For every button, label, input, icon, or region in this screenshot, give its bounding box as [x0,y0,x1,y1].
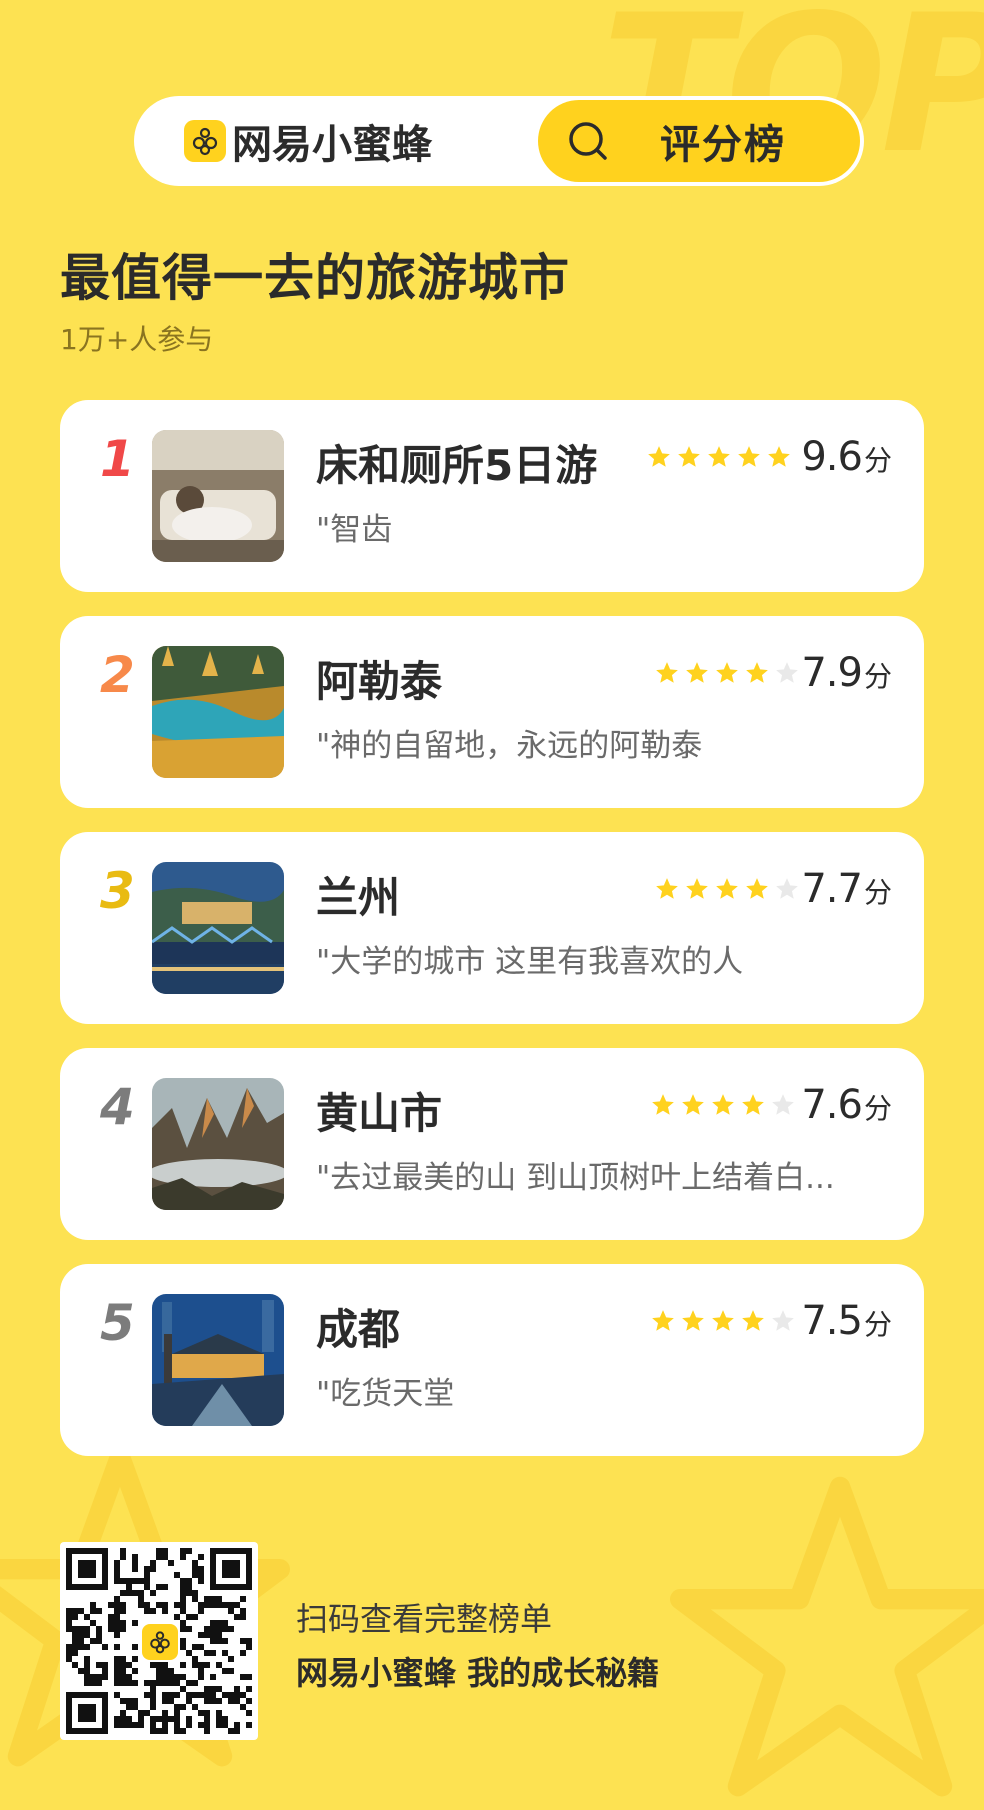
city-name: 兰州 [316,873,401,922]
score-value: 7.7 [801,866,863,912]
city-thumbnail [152,646,284,778]
rank-number: 3 [100,862,135,920]
bee-logo-icon [184,120,226,162]
score-value: 7.9 [801,650,863,696]
ranking-card[interactable]: 4 黄山市 7.6分 "去过最美的山 到山顶树叶上结着白... [60,1048,924,1240]
tab-rating-list[interactable]: 评分榜 [538,100,860,182]
star-icon [746,662,768,683]
page-title: 最值得一去的旅游城市 [60,249,570,307]
score: 9.6分 [801,434,892,480]
score-value: 7.5 [801,1298,863,1344]
footer-caption: 扫码查看完整榜单 [296,1600,553,1638]
star-icon [772,1310,794,1331]
background-star-icon [670,1476,984,1797]
score-value: 9.6 [801,434,863,480]
participant-count: 1万+人参与 [60,323,214,356]
star-icon [776,878,798,899]
score: 7.6分 [801,1082,892,1128]
star-icon [716,662,738,683]
city-quote: "大学的城市 这里有我喜欢的人 [316,944,744,980]
brand: 网易小蜜蜂 [184,118,432,168]
score-unit: 分 [863,660,892,693]
search-icon [569,122,607,160]
star-rating [650,1308,796,1334]
city-name: 成都 [316,1305,401,1354]
city-name: 黄山市 [316,1089,443,1138]
city-thumbnail [152,430,284,562]
rank-number: 1 [100,430,135,488]
star-icon [656,878,678,899]
star-icon [716,878,738,899]
brand-name: 网易小蜜蜂 [232,122,432,168]
rank-number: 2 [100,646,135,704]
star-icon [652,1094,674,1115]
score-unit: 分 [863,1092,892,1125]
bee-logo-icon [142,1624,178,1660]
star-icon [742,1310,764,1331]
star-icon [742,1094,764,1115]
star-rating [646,444,792,470]
score-value: 7.6 [801,1082,863,1128]
star-icon [656,662,678,683]
city-quote: "神的自留地，永远的阿勒泰 [316,728,703,764]
city-name: 阿勒泰 [316,657,443,706]
star-icon [708,446,730,467]
qr-code-icon[interactable] [60,1542,258,1740]
star-icon [768,446,790,467]
city-thumbnail [152,1294,284,1426]
top-header-bar: 网易小蜜蜂 评分榜 [134,96,864,186]
star-icon [776,662,798,683]
star-icon [712,1094,734,1115]
city-thumbnail [152,1078,284,1210]
city-name: 床和厕所5日游 [316,441,598,490]
city-quote: "智齿 [316,512,393,548]
rank-number: 4 [100,1078,135,1136]
score: 7.7分 [801,866,892,912]
score-unit: 分 [863,876,892,909]
ranking-card[interactable]: 3 兰州 7.7分 "大学的城市 这里有我喜欢的人 [60,832,924,1024]
tab-label: 评分榜 [660,122,786,168]
star-icon [686,662,708,683]
ranking-card[interactable]: 2 阿勒泰 7.9分 "神的自留地，永远的阿勒泰 [60,616,924,808]
star-rating [654,876,800,902]
star-rating [650,1092,796,1118]
star-icon [712,1310,734,1331]
star-icon [682,1094,704,1115]
star-icon [772,1094,794,1115]
ranking-card[interactable]: 1 床和厕所5日游 9.6分 "智齿 [60,400,924,592]
score: 7.5分 [801,1298,892,1344]
star-icon [686,878,708,899]
star-rating [654,660,800,686]
star-icon [648,446,670,467]
star-icon [682,1310,704,1331]
star-icon [746,878,768,899]
ranking-card[interactable]: 5 成都 7.5分 "吃货天堂 [60,1264,924,1456]
score-unit: 分 [863,444,892,477]
score: 7.9分 [801,650,892,696]
star-icon [652,1310,674,1331]
star-icon [738,446,760,467]
city-quote: "去过最美的山 到山顶树叶上结着白... [316,1160,835,1196]
city-quote: "吃货天堂 [316,1376,455,1412]
rank-number: 5 [100,1294,135,1352]
score-unit: 分 [863,1308,892,1341]
city-thumbnail [152,862,284,994]
footer-slogan: 网易小蜜蜂 我的成长秘籍 [296,1654,660,1692]
star-icon [678,446,700,467]
